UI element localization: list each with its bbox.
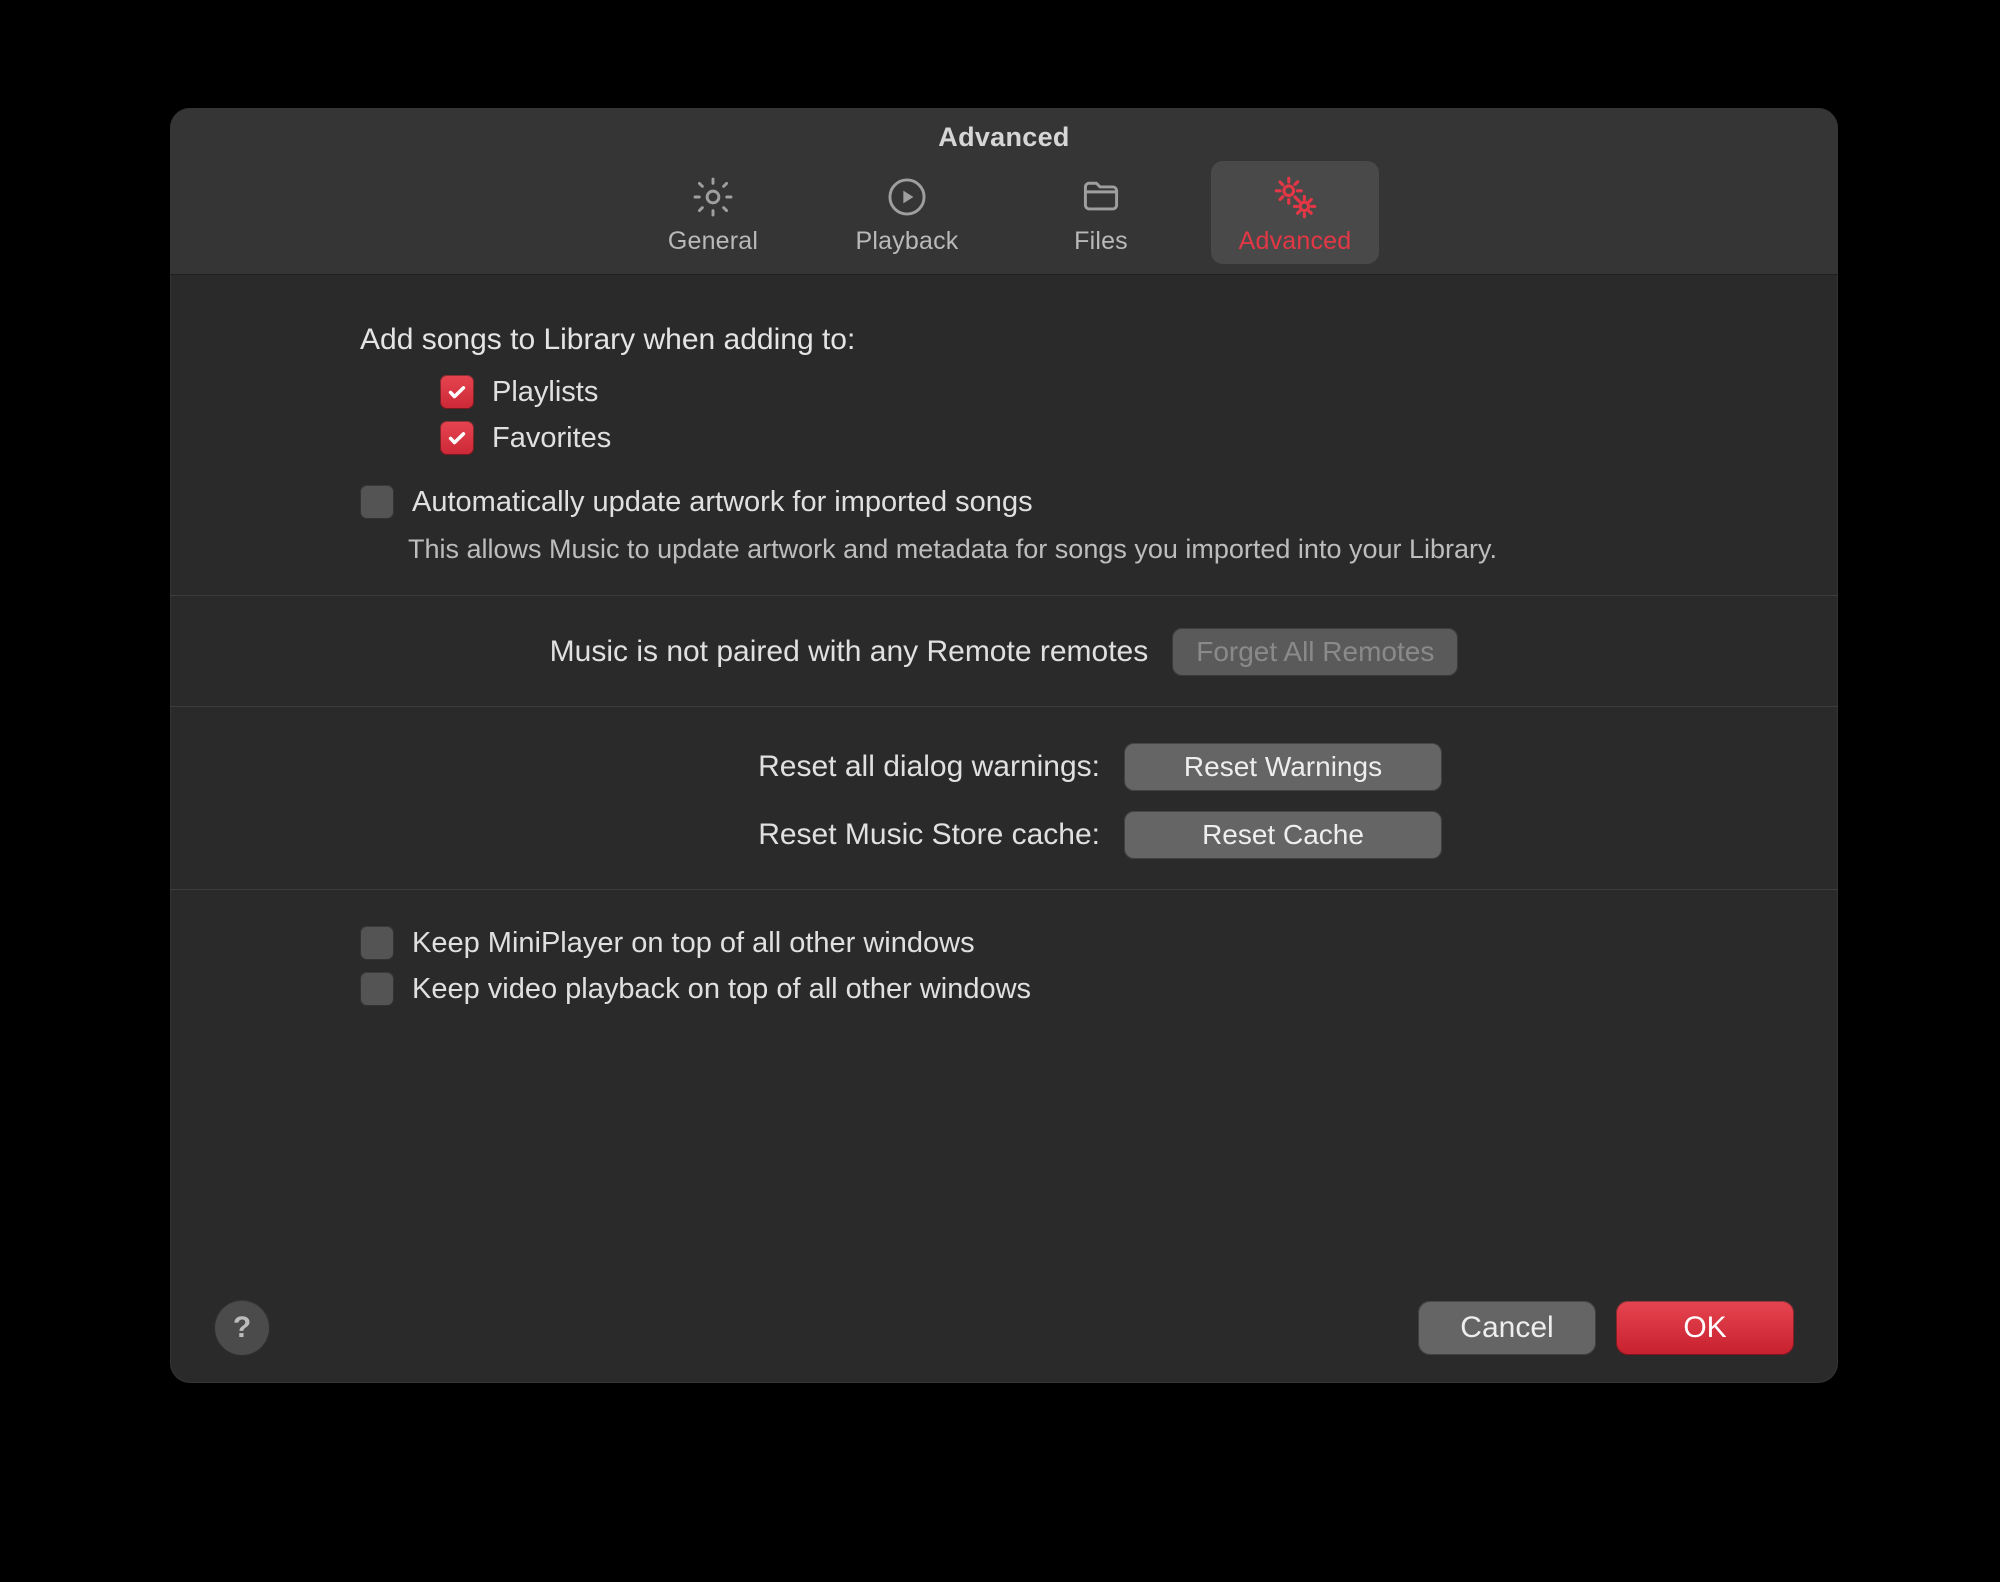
reset-warnings-button[interactable]: Reset Warnings xyxy=(1124,743,1442,791)
divider xyxy=(170,595,1838,596)
gears-icon xyxy=(1269,171,1321,223)
folder-icon xyxy=(1075,171,1127,223)
preferences-window: Advanced General Playbac xyxy=(170,108,1838,1383)
help-button[interactable]: ? xyxy=(214,1300,270,1356)
gear-icon xyxy=(687,171,739,223)
ok-button[interactable]: OK xyxy=(1616,1301,1794,1355)
reset-warnings-label: Reset all dialog warnings: xyxy=(620,750,1100,784)
content-area: Add songs to Library when adding to: Pla… xyxy=(170,275,1838,1273)
tab-general[interactable]: General xyxy=(629,161,797,264)
checkbox-playlists[interactable] xyxy=(440,375,474,409)
reset-cache-button[interactable]: Reset Cache xyxy=(1124,811,1442,859)
remote-pairing-text: Music is not paired with any Remote remo… xyxy=(550,635,1149,669)
row-playlists: Playlists xyxy=(440,369,1778,415)
label-video-on-top: Keep video playback on top of all other … xyxy=(412,973,1031,1006)
section-add-songs: Add songs to Library when adding to: Pla… xyxy=(230,323,1778,595)
section-remotes: Music is not paired with any Remote remo… xyxy=(230,622,1778,706)
tab-label: Files xyxy=(1074,227,1128,256)
label-auto-artwork: Automatically update artwork for importe… xyxy=(412,486,1033,519)
checkbox-auto-artwork[interactable] xyxy=(360,485,394,519)
reset-cache-label: Reset Music Store cache: xyxy=(620,818,1100,852)
toolbar: Advanced General Playbac xyxy=(170,108,1838,275)
label-miniplayer-on-top: Keep MiniPlayer on top of all other wind… xyxy=(412,927,975,960)
section-keep-on-top: Keep MiniPlayer on top of all other wind… xyxy=(230,916,1778,1040)
tab-label: General xyxy=(668,227,758,256)
section-resets: Reset all dialog warnings: Reset Warning… xyxy=(230,733,1778,889)
label-playlists: Playlists xyxy=(492,376,598,409)
row-auto-artwork: Automatically update artwork for importe… xyxy=(360,479,1778,525)
cancel-button[interactable]: Cancel xyxy=(1418,1301,1596,1355)
auto-artwork-description: This allows Music to update artwork and … xyxy=(408,531,1518,567)
add-songs-heading: Add songs to Library when adding to: xyxy=(360,323,1778,369)
divider xyxy=(170,889,1838,890)
checkbox-favorites[interactable] xyxy=(440,421,474,455)
tab-bar: General Playback Files xyxy=(170,161,1838,264)
row-miniplayer-on-top: Keep MiniPlayer on top of all other wind… xyxy=(360,920,1778,966)
label-favorites: Favorites xyxy=(492,422,611,455)
tab-playback[interactable]: Playback xyxy=(823,161,991,264)
forget-remotes-button[interactable]: Forget All Remotes xyxy=(1172,628,1458,676)
footer: ? Cancel OK xyxy=(170,1273,1838,1383)
divider xyxy=(170,706,1838,707)
tab-advanced[interactable]: Advanced xyxy=(1211,161,1379,264)
row-favorites: Favorites xyxy=(440,415,1778,461)
checkbox-video-on-top[interactable] xyxy=(360,972,394,1006)
tab-label: Playback xyxy=(855,227,958,256)
window-title: Advanced xyxy=(170,122,1838,153)
checkbox-miniplayer-on-top[interactable] xyxy=(360,926,394,960)
play-circle-icon xyxy=(881,171,933,223)
tab-label: Advanced xyxy=(1239,227,1352,256)
row-video-on-top: Keep video playback on top of all other … xyxy=(360,966,1778,1012)
tab-files[interactable]: Files xyxy=(1017,161,1185,264)
